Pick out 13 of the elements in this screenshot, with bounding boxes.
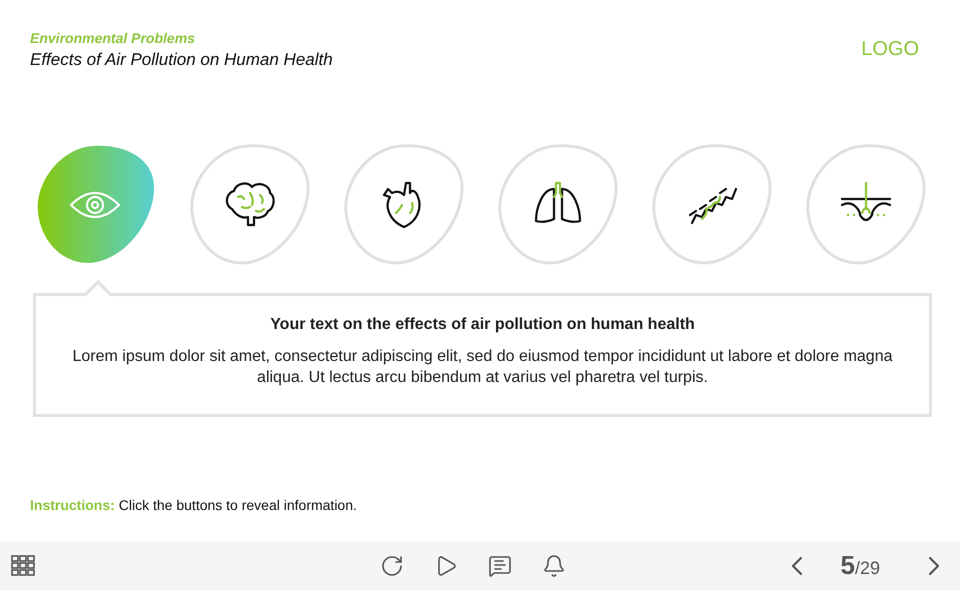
logo: LOGO (861, 38, 919, 62)
info-text: Lorem ipsum dolor sit amet, consectetur adipiscing elit, sed do eiusmod tempor incididunt ut labore et dolore magna aliqua. Ut lectus arcu bibendum at varius vel pharetra vel turpis. (72, 347, 894, 388)
current-page: 5 (840, 550, 855, 581)
info-heading: Your text on the effects of air pollution on human health (270, 316, 695, 334)
page-total: /29 (854, 558, 880, 579)
page-title: Effects of Air Pollution on Human Health (30, 50, 333, 70)
comment-button[interactable] (488, 554, 512, 578)
category-label: Environmental Problems (30, 30, 196, 46)
instructions-label: Instructions: (30, 497, 115, 513)
instructions-text: Click the buttons to reveal information. (118, 497, 357, 513)
bell-button[interactable] (542, 554, 566, 578)
menu-button[interactable] (10, 554, 36, 576)
replay-button[interactable] (380, 554, 404, 578)
